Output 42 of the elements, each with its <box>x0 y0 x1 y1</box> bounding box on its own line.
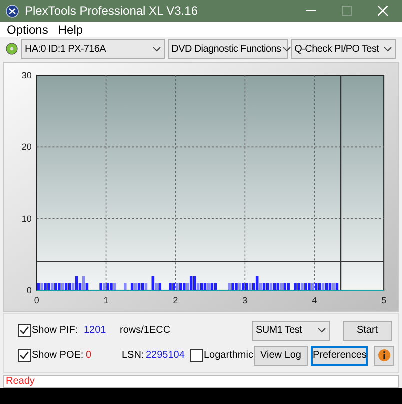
caret-icon <box>318 328 326 333</box>
menu-item[interactable]: Options <box>7 20 48 38</box>
x-tick-label: 0 <box>34 295 40 306</box>
maximize-icon <box>342 6 352 16</box>
info-icon <box>378 349 390 362</box>
x-tick-label: 5 <box>382 295 387 306</box>
logarithmic-label: Logarthmic <box>204 349 254 363</box>
test-dropdown[interactable]: Q-Check PI/PO Test <box>290 39 396 59</box>
y-tick-label: 10 <box>22 214 32 224</box>
lsn-value: 2295104 <box>146 349 186 363</box>
show-poe-label: Show POE: <box>32 349 84 363</box>
disc-icon <box>6 43 18 55</box>
drive-dropdown[interactable]: HA:0 ID:1 PX-716A <box>21 39 165 59</box>
checkbox[interactable] <box>18 349 31 362</box>
lsn-label: LSN: <box>122 349 146 363</box>
start-button[interactable]: Start <box>343 320 392 340</box>
pif-unit: rows/1ECC <box>120 324 172 338</box>
app-logo-icon <box>6 4 19 18</box>
checkbox[interactable] <box>190 349 203 362</box>
caret-icon <box>384 46 392 52</box>
x-tick-label: 2 <box>173 295 178 306</box>
close-icon[interactable] <box>378 6 388 16</box>
menu-item[interactable]: Help <box>58 20 84 38</box>
pif-count: 1201 <box>84 324 108 338</box>
window-title: PlexTools Professional XL V3.16 <box>25 3 199 20</box>
poe-count: 0 <box>86 349 93 363</box>
view-log-button[interactable]: View Log <box>254 346 308 366</box>
x-tick-label: 4 <box>312 295 318 306</box>
info-button[interactable] <box>374 346 394 366</box>
y-tick-label: 0 <box>26 285 32 296</box>
x-tick-label: 1 <box>104 295 109 306</box>
y-tick-label: 20 <box>22 142 32 152</box>
sum-test-dropdown[interactable]: SUM1 Test <box>252 320 330 340</box>
show-pif-label: Show PIF: <box>32 324 78 338</box>
x-tick-label: 3 <box>242 295 248 306</box>
caret-icon <box>152 46 161 52</box>
y-tick-label: 30 <box>22 70 32 81</box>
status-text: Ready <box>6 376 35 386</box>
caret-icon <box>283 46 292 52</box>
checkbox[interactable] <box>18 324 31 337</box>
function-dropdown[interactable]: DVD Diagnostic Functions <box>168 39 288 59</box>
pif-bar <box>124 283 127 290</box>
